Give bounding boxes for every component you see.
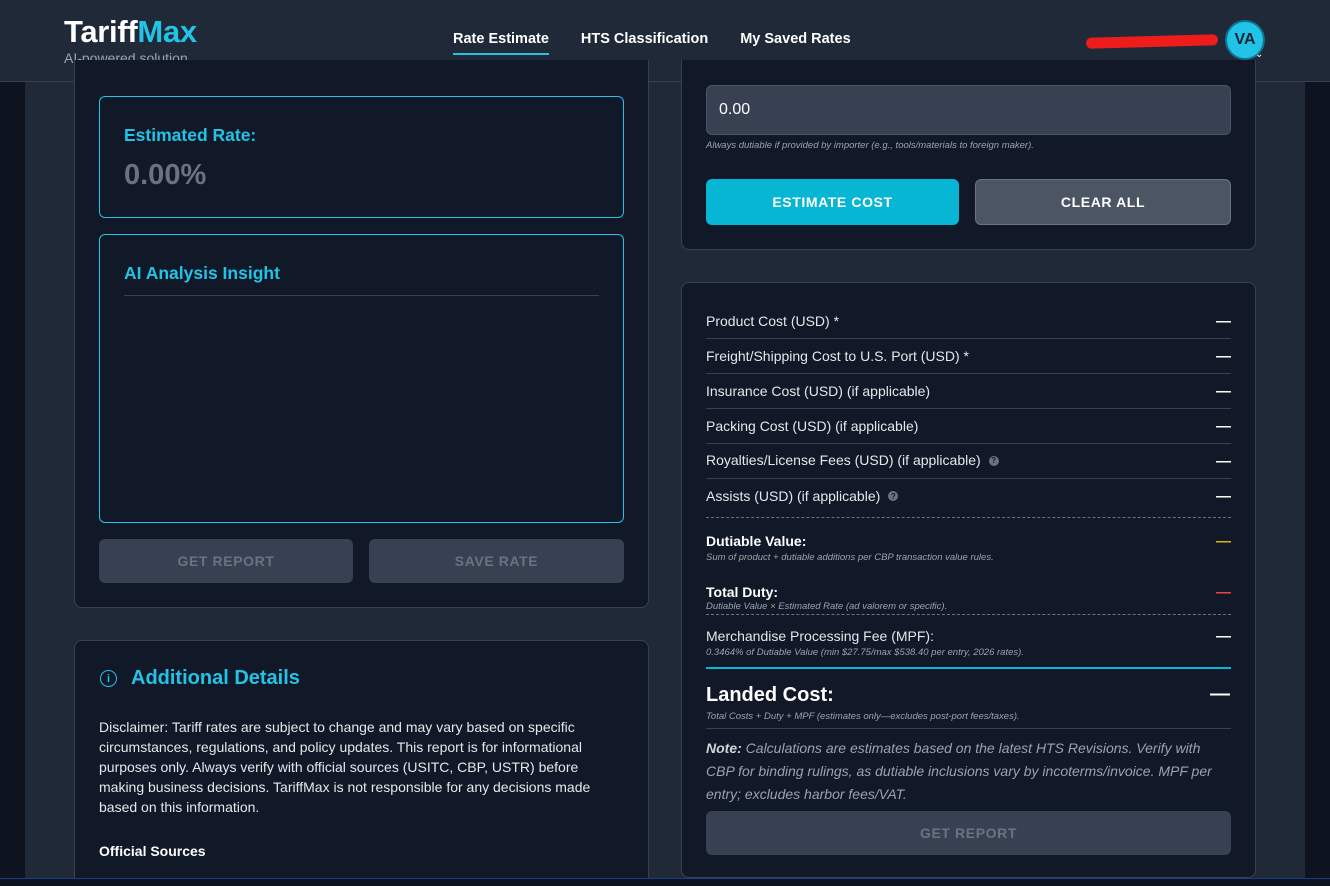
brand-title: TariffMax (64, 14, 197, 50)
page-gutter-right (1305, 82, 1330, 886)
save-rate-button[interactable]: SAVE RATE (369, 539, 624, 583)
official-sources-title: Official Sources (99, 843, 206, 859)
estimate-cost-button[interactable]: ESTIMATE COST (706, 179, 959, 225)
note-label: Note: (706, 740, 742, 756)
dutiable-value-title: Dutiable Value: (706, 533, 1231, 549)
page-gutter-left (0, 82, 25, 886)
info-icon: i (100, 670, 117, 687)
row-value: — (1216, 383, 1231, 400)
dutiable-value-block: Dutiable Value: Sum of product + dutiabl… (706, 533, 1231, 563)
bottom-bar (0, 878, 1330, 886)
total-duty-note: Dutiable Value × Estimated Rate (ad valo… (706, 601, 1231, 612)
row-label: Product Cost (USD) * (706, 313, 839, 329)
landed-cost-title: Landed Cost: (706, 684, 834, 707)
calculation-note: Note: Calculations are estimates based o… (706, 737, 1231, 806)
brand[interactable]: TariffMax AI-powered solution (64, 14, 197, 66)
disclaimer-text: Disclaimer: Tariff rates are subject to … (99, 717, 624, 817)
row-value: — (1216, 418, 1231, 435)
divider (124, 295, 599, 296)
help-icon[interactable]: ? (989, 456, 999, 466)
row-label: Freight/Shipping Cost to U.S. Port (USD)… (706, 348, 969, 364)
mpf-amount: — (1216, 628, 1231, 645)
mpf-note: 0.3464% of Dutiable Value (min $27.75/ma… (706, 647, 1231, 658)
estimated-rate-box: Estimated Rate: 0.00% (99, 96, 624, 218)
total-duty-block: Total Duty: Dutiable Value × Estimated R… (706, 584, 1231, 612)
row-label: Royalties/License Fees (USD) (if applica… (706, 452, 981, 468)
chevron-down-icon[interactable]: ⌄ (1255, 49, 1263, 60)
row-value: — (1216, 453, 1231, 470)
mpf-block: Merchandise Processing Fee (MPF): 0.3464… (706, 628, 1231, 658)
help-icon[interactable]: ? (888, 491, 898, 501)
total-duty-title: Total Duty: (706, 584, 1231, 600)
breakdown-row-product-cost: Product Cost (USD) * — (706, 304, 1231, 339)
row-value: — (1216, 313, 1231, 330)
row-label: Assists (USD) (if applicable) (706, 488, 880, 504)
dutiable-value-note: Sum of product + dutiable additions per … (706, 552, 1231, 563)
divider (706, 667, 1231, 669)
breakdown-row-assists: Assists (USD) (if applicable)? — (706, 479, 1231, 514)
landed-cost-note: Total Costs + Duty + MPF (estimates only… (706, 711, 1020, 722)
redacted-user-name (1086, 34, 1218, 48)
nav-hts-classification[interactable]: HTS Classification (581, 31, 708, 55)
divider (706, 517, 1231, 518)
assists-hint: Always dutiable if provided by importer … (706, 140, 1034, 151)
breakdown-row-insurance: Insurance Cost (USD) (if applicable) — (706, 374, 1231, 409)
landed-cost-amount: — (1210, 683, 1230, 706)
get-report-button-bottom[interactable]: GET REPORT (706, 811, 1231, 855)
nav-rate-estimate[interactable]: Rate Estimate (453, 31, 549, 55)
clear-all-button[interactable]: CLEAR ALL (975, 179, 1231, 225)
row-label: Packing Cost (USD) (if applicable) (706, 418, 918, 434)
additional-details-title: Additional Details (131, 667, 300, 690)
row-label-group: Royalties/License Fees (USD) (if applica… (706, 452, 999, 470)
divider (706, 614, 1231, 615)
row-value: — (1216, 348, 1231, 365)
estimated-rate-label: Estimated Rate: (124, 125, 256, 146)
get-report-button[interactable]: GET REPORT (99, 539, 353, 583)
nav-my-saved-rates[interactable]: My Saved Rates (740, 31, 850, 55)
breakdown-row-freight: Freight/Shipping Cost to U.S. Port (USD)… (706, 339, 1231, 374)
ai-insight-box: AI Analysis Insight (99, 234, 624, 523)
note-text: Calculations are estimates based on the … (706, 740, 1212, 802)
row-label: Insurance Cost (USD) (if applicable) (706, 383, 930, 399)
divider (706, 728, 1231, 729)
dutiable-value-amount: — (1216, 533, 1231, 550)
breakdown-row-royalties: Royalties/License Fees (USD) (if applica… (706, 444, 1231, 479)
estimated-rate-value: 0.00% (124, 159, 206, 192)
mpf-title: Merchandise Processing Fee (MPF): (706, 628, 1231, 644)
breakdown-row-packing: Packing Cost (USD) (if applicable) — (706, 409, 1231, 444)
row-label-group: Assists (USD) (if applicable)? (706, 488, 898, 506)
main-nav: Rate Estimate HTS Classification My Save… (453, 31, 851, 55)
assists-input[interactable] (706, 85, 1231, 135)
total-duty-amount: — (1216, 584, 1231, 601)
row-value: — (1216, 488, 1231, 505)
ai-insight-title: AI Analysis Insight (124, 263, 280, 284)
